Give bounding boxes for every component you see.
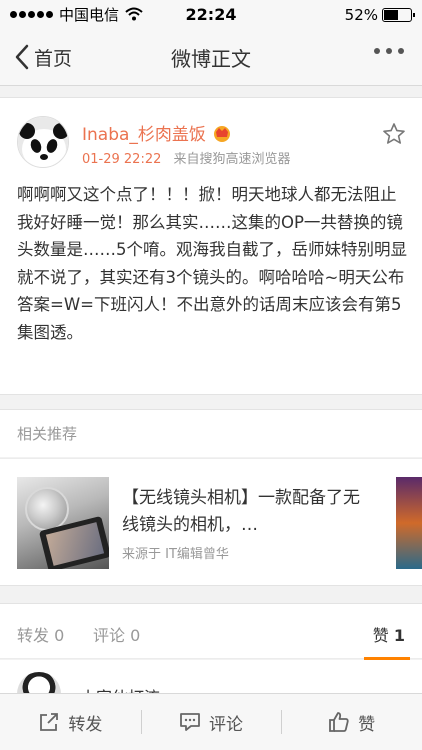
battery-icon [382, 8, 415, 22]
crown-badge-icon [213, 125, 230, 142]
nav-bar: 首页 微博正文 [0, 28, 422, 86]
thumbs-up-icon [329, 712, 349, 732]
author-name-link[interactable]: Inaba_杉肉盖饭 [82, 120, 232, 145]
status-bar: 中国电信 22:24 52% [0, 0, 422, 28]
carrier-label: 中国电信 [59, 5, 120, 24]
related-header-label: 相关推荐 [17, 425, 78, 443]
repost-button[interactable]: 转发 [0, 694, 141, 750]
related-item[interactable]: 【无线镜头相机】一款配备了无线镜头的相机，… 来源于 IT编辑曾华 [0, 458, 422, 586]
tab-like[interactable]: 赞 1 [373, 622, 405, 646]
back-button[interactable]: 首页 [0, 44, 72, 71]
interaction-tabs: 转发 0 评论 0 赞 1 [0, 603, 422, 660]
like-button[interactable]: 赞 [281, 694, 422, 750]
tab-repost[interactable]: 转发 0 [17, 622, 64, 646]
comment-icon [180, 713, 200, 731]
related-header: 相关推荐 [0, 409, 422, 457]
signal-dots-icon [10, 10, 53, 18]
top-bar: 中国电信 22:24 52% 首页 微博正文 [0, 0, 422, 86]
related-title[interactable]: 【无线镜头相机】一款配备了无线镜头的相机，… [122, 485, 362, 539]
battery-percent: 52% [344, 6, 378, 24]
tab-like-count: 1 [393, 626, 405, 645]
bottom-toolbar: 转发 评论 赞 [0, 693, 422, 750]
post-source: 来自搜狗高速浏览器 [173, 152, 291, 167]
post-body: 啊啊啊又这个点了！！！掀！明天地球人都无法阻止我好好睡一觉！那么其实……这集的O… [17, 185, 407, 342]
author-name: Inaba_杉肉盖饭 [82, 125, 206, 145]
star-icon[interactable] [382, 122, 406, 150]
tab-like-label: 赞 [372, 626, 389, 645]
post-date: 01-29 22:22 [82, 152, 162, 167]
repost-label: 转发 [68, 714, 103, 735]
related-next-thumbnail[interactable] [396, 477, 422, 569]
comment-label: 评论 [209, 714, 243, 735]
battery-indicator: 52% [344, 6, 415, 24]
more-dots-icon[interactable] [374, 48, 404, 54]
post-meta: 01-29 22:22 来自搜狗高速浏览器 [82, 148, 291, 167]
back-label: 首页 [34, 47, 73, 70]
wifi-icon [125, 7, 143, 21]
panda-avatar[interactable] [17, 116, 69, 168]
chevron-left-icon [15, 44, 29, 70]
tab-comment[interactable]: 评论 0 [93, 622, 140, 646]
related-source: 来源于 IT编辑曾华 [122, 547, 229, 562]
related-thumbnail[interactable] [17, 477, 109, 569]
like-label: 赞 [358, 714, 376, 735]
comment-button[interactable]: 评论 [140, 694, 282, 750]
post-card: Inaba_杉肉盖饭 01-29 22:22 来自搜狗高速浏览器 啊啊啊又这个点… [0, 97, 422, 395]
share-icon [40, 713, 59, 731]
